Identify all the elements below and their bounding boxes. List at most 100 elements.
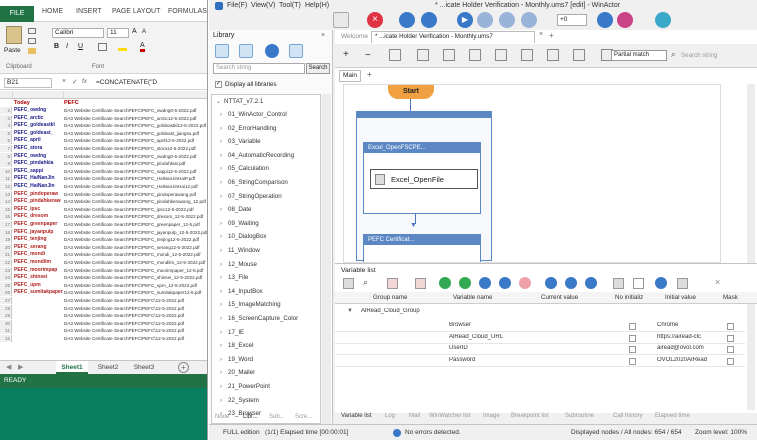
flow-search-input[interactable]: Search string bbox=[681, 52, 717, 59]
cell-b[interactable]: DA3 Website Certificate SearchPEFC\PEFC_… bbox=[64, 289, 207, 296]
cell-a[interactable]: PEFC_greenpaper bbox=[14, 221, 64, 228]
library-item[interactable]: › 10_DialogBox bbox=[220, 233, 267, 240]
bottom-tab[interactable]: Breakpoint list bbox=[511, 413, 549, 419]
font-color-icon[interactable]: A bbox=[140, 42, 145, 52]
library-refresh-icon[interactable] bbox=[265, 44, 279, 58]
library-item[interactable]: › 22_System bbox=[220, 397, 259, 404]
redo-icon[interactable] bbox=[399, 12, 415, 28]
tab-insert[interactable]: INSERT bbox=[76, 8, 102, 15]
enter-icon[interactable]: ✓ bbox=[72, 78, 78, 86]
pause-icon[interactable] bbox=[477, 12, 493, 28]
cut-icon[interactable] bbox=[28, 28, 36, 34]
no-initialize-checkbox[interactable] bbox=[629, 323, 636, 330]
col-group-name[interactable]: Group name bbox=[373, 294, 407, 301]
var-search-icon[interactable]: ⌕ bbox=[363, 277, 368, 288]
flowchart-canvas[interactable]: Start Excel_OpenFSCPE... Excel_OpenFile … bbox=[343, 84, 721, 263]
cut-node-icon[interactable] bbox=[443, 49, 455, 61]
scroll-right-icon[interactable]: ▶ bbox=[18, 363, 23, 371]
mask-checkbox[interactable] bbox=[727, 346, 734, 353]
library-search-input[interactable]: Search string bbox=[213, 63, 305, 74]
library-item[interactable]: › 07_StringOperation bbox=[220, 193, 282, 200]
cell-b[interactable]: DA3 Website Certificate SearchPEFC\PEFC_… bbox=[64, 168, 207, 175]
row-number[interactable]: 29 bbox=[0, 312, 12, 320]
library-item[interactable]: › 13_File bbox=[220, 274, 248, 281]
borders-icon[interactable] bbox=[98, 43, 107, 51]
cell-b[interactable]: DA3 Website Certificate SearchPEFC\PEFC_… bbox=[64, 107, 207, 114]
library-item[interactable]: › 17_IE bbox=[220, 329, 244, 336]
sheet-tab-1[interactable]: Sheet1 bbox=[56, 361, 88, 374]
row-number[interactable]: 21 bbox=[0, 251, 12, 259]
paste-icon[interactable] bbox=[6, 26, 22, 44]
group-outer[interactable]: Excel_OpenFSCPE... Excel_OpenFile ▼ PEFC… bbox=[356, 111, 492, 262]
delete-variable-icon[interactable] bbox=[519, 277, 531, 289]
library-item[interactable]: › 09_Waiting bbox=[220, 220, 259, 227]
row-number[interactable]: 30 bbox=[0, 319, 12, 327]
redo-node-icon[interactable] bbox=[573, 49, 585, 61]
sheet-tab-3[interactable]: Sheet3 bbox=[128, 361, 160, 374]
row-number[interactable]: 15 bbox=[0, 205, 12, 213]
col-variable-name[interactable]: Variable name bbox=[453, 294, 492, 301]
library-tool-icon-3[interactable] bbox=[289, 44, 303, 58]
initial-value-cell[interactable]: OVOL2020AIRead bbox=[657, 357, 715, 363]
row-number[interactable]: 20 bbox=[0, 243, 12, 251]
row-number[interactable]: 16 bbox=[0, 213, 12, 221]
cell-b[interactable]: DA3 Website Certificate SearchPEFC\PEFC_… bbox=[64, 213, 207, 220]
tab-screen[interactable]: Scre... bbox=[295, 414, 312, 420]
cell-a[interactable]: PEFC_april bbox=[14, 137, 64, 144]
variable-name-cell[interactable]: Password bbox=[449, 357, 475, 363]
library-item[interactable]: › 06_StringComparison bbox=[220, 179, 288, 186]
row-number[interactable]: 32 bbox=[0, 335, 12, 342]
row-number[interactable]: 11 bbox=[0, 175, 12, 183]
library-tool-icon-2[interactable] bbox=[239, 44, 253, 58]
select-all-corner[interactable] bbox=[0, 91, 13, 99]
tab-node[interactable]: Node bbox=[215, 414, 229, 420]
font-name-box[interactable]: Calibri bbox=[52, 28, 104, 38]
zoom-out-icon[interactable]: − bbox=[365, 50, 371, 61]
cell-a[interactable]: PEFC_owdng bbox=[14, 107, 64, 114]
delete-node-icon[interactable] bbox=[521, 49, 533, 61]
add-group-icon[interactable] bbox=[439, 277, 451, 289]
group-excel-open[interactable]: Excel_OpenFSCPE... Excel_OpenFile bbox=[363, 142, 481, 214]
open-scenario-icon[interactable] bbox=[333, 12, 349, 28]
target-select-icon[interactable] bbox=[655, 12, 671, 28]
cell-a[interactable]: PEFC_sappi bbox=[14, 168, 64, 175]
variable-name-cell[interactable]: Browser bbox=[449, 322, 471, 328]
cell-a[interactable]: PEFC_jayanpulp bbox=[14, 229, 64, 236]
cell-a[interactable]: PEFC_arctic bbox=[14, 115, 64, 122]
row-number[interactable]: 2 bbox=[0, 107, 12, 114]
expand-all-icon[interactable] bbox=[545, 277, 557, 289]
cell-b[interactable]: DA3 Website Certificate SearchPEFC\PEFC_… bbox=[64, 153, 207, 160]
tab-formulas[interactable]: FORMULAS bbox=[168, 8, 207, 15]
row-number[interactable]: 10 bbox=[0, 167, 12, 175]
cell-b[interactable]: DA3 Website Certificate SearchPEFC\PEFC_… bbox=[64, 267, 207, 274]
var-export-icon[interactable] bbox=[415, 278, 426, 289]
close-scenario-icon[interactable]: × bbox=[367, 12, 383, 28]
cell-b[interactable]: DA3 Website Certificate SearchPEFC\PEFC_… bbox=[64, 206, 207, 213]
row-number[interactable]: 27 bbox=[0, 297, 12, 304]
cell-a[interactable]: PEFC_tenjing bbox=[14, 236, 64, 243]
no-initialize-checkbox[interactable] bbox=[629, 334, 636, 342]
paste-node-icon[interactable] bbox=[495, 49, 507, 61]
cell-b[interactable]: DA3 Website Certificate SearchPEFC\PEFC\… bbox=[64, 320, 207, 327]
cell-b[interactable]: DA3 Website Certificate SearchPEFC\PEFC_… bbox=[64, 229, 207, 236]
library-item[interactable]: › 12_Mouse bbox=[220, 261, 257, 268]
row-number[interactable]: 18 bbox=[0, 228, 12, 236]
fill-color-icon[interactable] bbox=[118, 43, 127, 51]
italic-button[interactable]: I bbox=[66, 43, 68, 50]
cell-a[interactable]: PEFC_pindahkeraw bbox=[14, 198, 64, 205]
add-variable-icon[interactable] bbox=[459, 277, 471, 289]
stop-icon[interactable] bbox=[499, 12, 515, 28]
mask-checkbox[interactable] bbox=[727, 334, 734, 342]
col-initial-value[interactable]: Initial value bbox=[665, 294, 696, 301]
var-info-icon[interactable] bbox=[655, 277, 667, 289]
row-number[interactable]: 14 bbox=[0, 198, 12, 206]
bottom-tab[interactable]: Subroutine bbox=[565, 413, 594, 419]
col-no-initialize[interactable]: No initializ bbox=[615, 294, 643, 301]
cell-a[interactable]: PEFC_ipsc bbox=[14, 206, 64, 213]
initial-value-cell[interactable]: https://airead-clc bbox=[657, 334, 715, 340]
cell-a[interactable]: PEFC_dresom bbox=[14, 213, 64, 220]
cell-a[interactable]: PEFC_mondilm bbox=[14, 259, 64, 266]
bottom-tab[interactable]: Image bbox=[483, 413, 500, 419]
underline-button[interactable]: U bbox=[78, 43, 83, 50]
copy-icon[interactable] bbox=[28, 38, 36, 44]
